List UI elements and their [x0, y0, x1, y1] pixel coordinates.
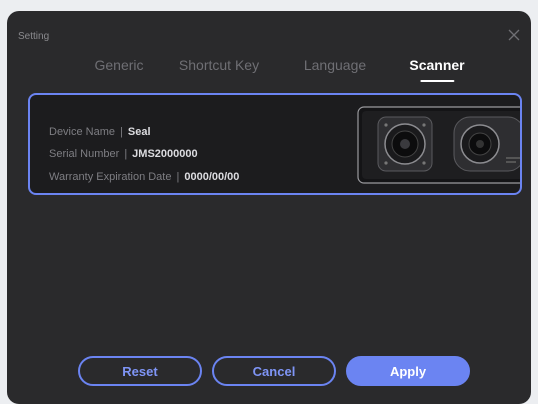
tab-shortcut-key[interactable]: Shortcut Key — [179, 57, 259, 73]
serial-number-row: Serial Number | JMS2000000 — [49, 148, 198, 160]
device-name-label: Device Name — [49, 126, 116, 138]
cancel-button[interactable]: Cancel — [212, 356, 336, 386]
serial-number-label: Serial Number — [49, 148, 120, 160]
device-name-value: Seal — [127, 126, 151, 138]
tab-generic[interactable]: Generic — [94, 57, 143, 73]
tab-scanner[interactable]: Scanner — [409, 57, 464, 73]
dialog-title: Setting — [18, 31, 50, 42]
tab-bar: Generic Shortcut Key Language Scanner — [7, 54, 531, 84]
reset-button[interactable]: Reset — [78, 356, 202, 386]
settings-dialog: Setting Generic Shortcut Key Language Sc… — [7, 11, 531, 404]
serial-number-value: JMS2000000 — [132, 148, 198, 160]
scanner-device-image — [357, 106, 520, 184]
warranty-row: Warranty Expiration Date | 0000/00/00 — [49, 171, 239, 183]
separator: | — [176, 171, 180, 183]
separator: | — [124, 148, 128, 160]
close-button[interactable] — [506, 27, 522, 43]
close-icon — [508, 29, 520, 41]
device-info-card[interactable]: Device Name | Seal Serial Number | JMS200000… — [28, 93, 522, 195]
warranty-label: Warranty Expiration Date — [49, 171, 172, 183]
separator: | — [120, 126, 123, 138]
device-name-row: Device Name | Seal — [49, 126, 151, 138]
tab-language[interactable]: Language — [304, 57, 366, 73]
warranty-value: 0000/00/00 — [184, 171, 240, 183]
apply-button[interactable]: Apply — [346, 356, 470, 386]
